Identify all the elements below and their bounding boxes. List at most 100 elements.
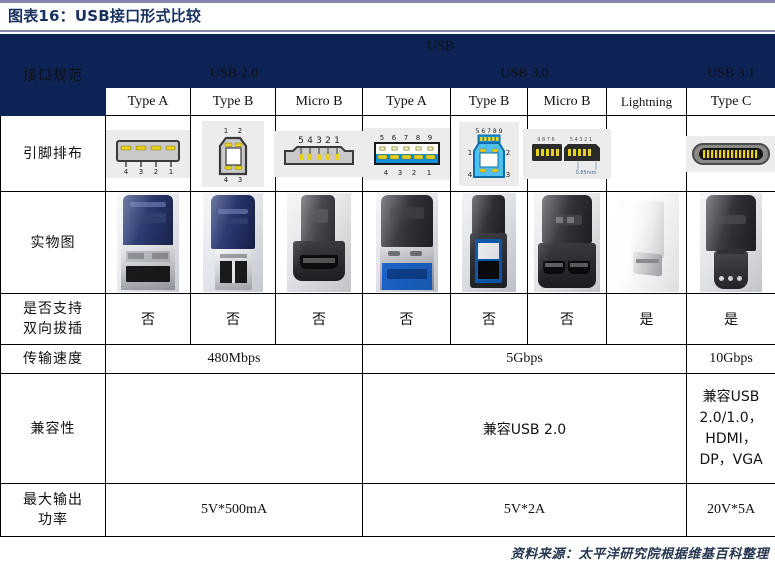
svg-text:4: 4: [307, 136, 313, 146]
svg-text:1: 1: [224, 127, 228, 135]
svg-text:4: 4: [224, 176, 229, 184]
cell-bidi-usb20-type-a: 否: [106, 294, 191, 345]
row-label-power-line1: 最大输出: [1, 490, 105, 510]
usb2-micro-b-pinout-icon: 5 4 3 2 1: [274, 131, 364, 177]
cell-pinout-usb3-micro-b: 9 8 7 6 5 4 3 2 1: [528, 116, 607, 192]
cell-bidi-usb20-type-b: 否: [191, 294, 276, 345]
usb-type-c-pinout-icon: [686, 136, 775, 172]
svg-text:8: 8: [415, 134, 419, 142]
usb2-type-a-pinout-icon: 4 3 2 1: [106, 130, 190, 178]
svg-text:5: 5: [379, 134, 383, 142]
cell-bidi-usb30-type-b: 否: [451, 294, 528, 345]
svg-text:1: 1: [468, 149, 472, 157]
svg-text:3: 3: [316, 136, 322, 146]
row-max-output-power: 最大输出 功率 5V*500mA 5V*2A 20V*5A: [1, 484, 775, 537]
usb2-type-b-pinout-icon: 1 2 4 3: [202, 121, 264, 187]
cell-bidi-type-c: 是: [687, 294, 775, 345]
cell-power-usb20: 5V*500mA: [106, 484, 363, 537]
cell-pinout-usb-type-c: [687, 116, 775, 192]
compat-usb31-line4: DP，VGA: [687, 450, 775, 471]
svg-text:3: 3: [139, 168, 143, 175]
svg-text:2: 2: [154, 168, 158, 175]
svg-text:4: 4: [468, 171, 473, 179]
svg-text:5 6 7 8 9: 5 6 7 8 9: [476, 128, 503, 135]
cell-pinout-usb2-type-a: 4 3 2 1: [106, 116, 191, 192]
row-label-max-output-power: 最大输出 功率: [1, 484, 106, 537]
row-bidirectional-support: 是否支持 双向拔插 否 否 否 否 否 否 是 是: [1, 294, 775, 345]
header-group-usb30: USB 3.0: [363, 60, 687, 88]
cell-bidi-usb30-type-a: 否: [363, 294, 451, 345]
table-header-row-2: USB 2.0 USB 3.0 USB 3.1: [1, 60, 775, 88]
header-type-usb20-type-a: Type A: [106, 88, 191, 116]
row-product-photo: 实物图: [1, 192, 775, 294]
cell-photo-usb3-type-a: [363, 192, 451, 294]
source-note: 资料来源：太平洋研究院根据维基百科整理: [0, 537, 775, 562]
cell-photo-usb2-type-b: [191, 192, 276, 294]
cell-bidi-lightning: 是: [607, 294, 687, 345]
usb3-type-a-photo: [376, 193, 438, 292]
svg-text:2: 2: [411, 169, 415, 177]
usb2-type-a-photo: [117, 193, 179, 292]
row-transfer-speed: 传输速度 480Mbps 5Gbps 10Gbps: [1, 345, 775, 374]
usb3-type-b-photo: [462, 193, 516, 292]
page-title: 图表16：USB接口形式比较: [0, 3, 775, 30]
usb2-type-b-photo: [203, 193, 263, 292]
usb-comparison-table: 接口规范 USB USB 2.0 USB 3.0 USB 3.1 Type A …: [0, 34, 775, 537]
row-label-bidirectional: 是否支持 双向拔插: [1, 294, 106, 345]
svg-text:2: 2: [325, 136, 331, 146]
cell-pinout-usb3-type-b: 5 6 7 8 9: [451, 116, 528, 192]
cell-speed-usb20: 480Mbps: [106, 345, 363, 374]
header-type-usb20-type-b: Type B: [191, 88, 276, 116]
row-label-bidirectional-line1: 是否支持: [1, 299, 105, 319]
figure-page: 图表16：USB接口形式比较 接口规范 USB USB 2.0 USB 3.0 …: [0, 0, 775, 557]
cell-speed-usb31: 10Gbps: [687, 345, 775, 374]
cell-photo-usb3-type-b: [451, 192, 528, 294]
svg-text:1: 1: [169, 168, 173, 175]
svg-text:2: 2: [238, 127, 242, 135]
usb3-type-b-pinout-icon: 5 6 7 8 9: [459, 122, 519, 186]
cell-pinout-usb2-micro-b: 5 4 3 2 1: [276, 116, 363, 192]
svg-text:6: 6: [391, 134, 396, 142]
svg-text:3: 3: [506, 171, 510, 179]
svg-text:9 8 7 6: 9 8 7 6: [537, 137, 555, 143]
header-group-usb20: USB 2.0: [106, 60, 363, 88]
row-label-transfer-speed: 传输速度: [1, 345, 106, 374]
svg-text:5: 5: [298, 136, 304, 146]
usb2-micro-b-photo: [287, 193, 351, 292]
cell-photo-usb-type-c: [687, 192, 775, 294]
compat-usb31-line3: HDMI，: [687, 429, 775, 450]
compat-usb31-line2: 2.0/1.0，: [687, 408, 775, 429]
header-type-lightning: Lightning: [607, 88, 687, 116]
svg-text:5 4 3 2 1: 5 4 3 2 1: [570, 137, 592, 143]
svg-text:1: 1: [426, 169, 430, 177]
header-type-usb30-type-b: Type B: [451, 88, 528, 116]
svg-text:3: 3: [238, 176, 242, 184]
usb3-micro-b-pinout-icon: 9 8 7 6 5 4 3 2 1: [523, 129, 611, 179]
cell-bidi-usb30-micro-b: 否: [528, 294, 607, 345]
row-pin-layout: 引脚排布 4 3: [1, 116, 775, 192]
row-compatibility: 兼容性 兼容USB 2.0 兼容USB 2.0/1.0， HDMI， DP，VG…: [1, 374, 775, 484]
cell-power-usb30: 5V*2A: [363, 484, 687, 537]
compat-usb31-line1: 兼容USB: [687, 387, 775, 408]
table-header-row-3: Type A Type B Micro B Type A Type B Micr…: [1, 88, 775, 116]
svg-text:7: 7: [403, 134, 407, 142]
usb-type-c-photo: [700, 193, 762, 292]
svg-text:0.85mm: 0.85mm: [576, 170, 597, 176]
row-label-bidirectional-line2: 双向拔插: [1, 319, 105, 339]
row-label-power-line2: 功率: [1, 510, 105, 530]
row-label-compatibility: 兼容性: [1, 374, 106, 484]
svg-text:2: 2: [506, 149, 510, 157]
header-group-usb31: USB 3.1: [687, 60, 775, 88]
svg-text:3: 3: [397, 169, 401, 177]
header-group-usb: USB: [106, 35, 775, 60]
cell-power-usb31: 20V*5A: [687, 484, 775, 537]
cell-photo-usb2-micro-b: [276, 192, 363, 294]
cell-photo-usb2-type-a: [106, 192, 191, 294]
title-rule-bottom: [0, 30, 775, 32]
header-type-usb30-micro-b: Micro B: [528, 88, 607, 116]
cell-compat-usb20: [106, 374, 363, 484]
cell-pinout-usb2-type-b: 1 2 4 3: [191, 116, 276, 192]
header-spec-label: 接口规范: [1, 35, 106, 116]
cell-bidi-usb20-micro-b: 否: [276, 294, 363, 345]
table-header-row-1: 接口规范 USB: [1, 35, 775, 60]
